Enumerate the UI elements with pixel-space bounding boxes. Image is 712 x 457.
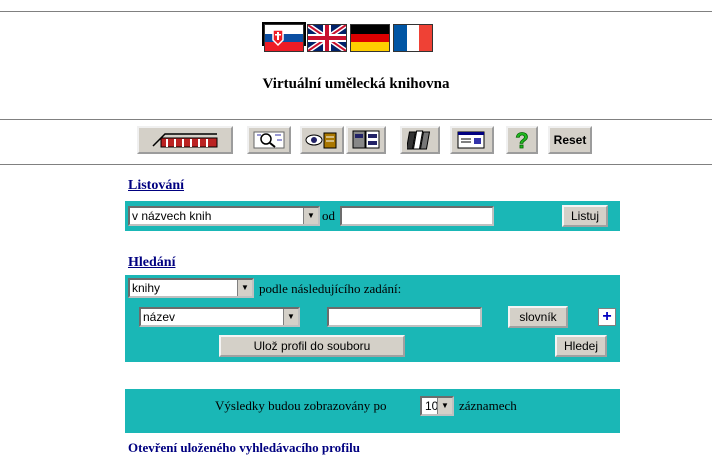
chevron-down-icon: ▼ xyxy=(283,309,298,325)
toolbar: ? Reset xyxy=(0,126,712,156)
browse-button[interactable]: Listuj xyxy=(562,205,608,227)
french-flag-icon[interactable] xyxy=(393,24,433,52)
site-title: Virtuální umělecká knihovna xyxy=(262,76,450,92)
slovak-flag-icon[interactable] xyxy=(264,24,304,52)
od-label: od xyxy=(322,208,335,223)
save-profile-button[interactable]: Ulož profil do souboru xyxy=(219,335,405,357)
results-prefix: Výsledky budou zobrazovány po xyxy=(215,398,387,413)
uk-flag-icon[interactable] xyxy=(307,24,347,52)
search-term-input[interactable] xyxy=(327,307,482,327)
search-type-label: podle následujícího zadání: xyxy=(259,281,402,296)
search-field-value: název xyxy=(143,310,176,324)
browse-panel: v názvech knih ▼ od Listuj xyxy=(125,201,620,231)
search-link[interactable]: Hledání xyxy=(128,255,175,271)
chevron-down-icon: ▼ xyxy=(237,280,252,296)
browse-field-value: v názvech knih xyxy=(132,209,212,223)
cards-icon[interactable] xyxy=(346,126,386,154)
chevron-down-icon: ▼ xyxy=(437,398,452,414)
open-profile-link[interactable]: Otevření uloženého vyhledávacího profilu xyxy=(128,440,360,456)
dictionary-button[interactable]: slovník xyxy=(508,306,568,328)
window-icon[interactable] xyxy=(450,126,494,154)
library-icon[interactable] xyxy=(137,126,233,154)
search-field-select[interactable]: název ▼ xyxy=(139,307,300,327)
toolbar-bottom-divider xyxy=(0,164,712,165)
search-panel: knihy ▼ podle následujícího zadání: náze… xyxy=(125,275,620,362)
toolbar-top-divider xyxy=(0,119,712,120)
help-icon[interactable]: ? xyxy=(506,126,538,154)
german-flag-icon[interactable] xyxy=(350,24,390,52)
results-suffix: záznamech xyxy=(459,398,517,413)
browse-input[interactable] xyxy=(340,206,494,226)
top-divider xyxy=(0,11,712,12)
results-panel: Výsledky budou zobrazovány po 10 ▼ zázna… xyxy=(125,389,620,433)
reset-button[interactable]: Reset xyxy=(548,126,592,154)
search-button[interactable]: Hledej xyxy=(555,335,607,357)
browse-link[interactable]: Listování xyxy=(128,178,184,194)
results-count-select[interactable]: 10 ▼ xyxy=(420,396,454,416)
books-icon[interactable] xyxy=(400,126,440,154)
eye-book-icon[interactable] xyxy=(300,126,344,154)
search-type-value: knihy xyxy=(132,281,161,295)
chevron-down-icon: ▼ xyxy=(303,208,318,224)
search-type-select[interactable]: knihy ▼ xyxy=(128,278,254,298)
browse-field-select[interactable]: v názvech knih ▼ xyxy=(128,206,320,226)
language-flags xyxy=(262,22,433,54)
search-map-icon[interactable] xyxy=(247,126,291,154)
add-condition-button[interactable]: + xyxy=(598,308,616,326)
svg-text:?: ? xyxy=(515,128,528,152)
